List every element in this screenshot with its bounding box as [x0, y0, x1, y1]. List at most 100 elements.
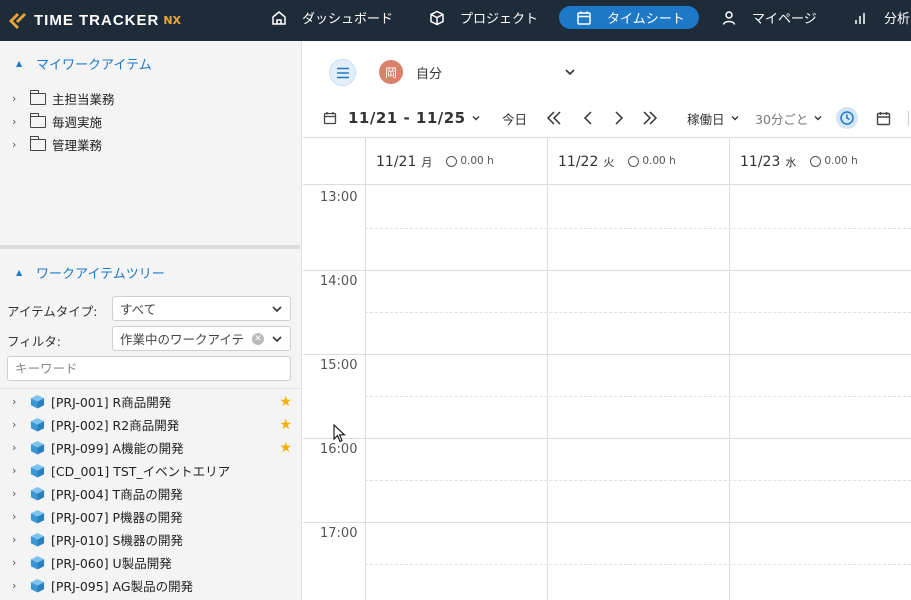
- workitem-row[interactable]: › [PRJ-001] R商品開発 ★: [0, 390, 300, 413]
- folder-icon: [30, 112, 46, 128]
- prev-button[interactable]: [581, 108, 595, 128]
- day-header[interactable]: 11/21 月 0.00 h: [376, 154, 494, 170]
- today-button[interactable]: 今日: [502, 108, 527, 128]
- chevron-right-icon[interactable]: ›: [12, 579, 22, 592]
- calendar-icon: [876, 111, 891, 125]
- day-weekday: 月: [421, 156, 433, 169]
- chevron-right-icon[interactable]: ›: [12, 138, 22, 151]
- workitem-label: [PRJ-099] A機能の開発: [51, 441, 184, 456]
- my-workitems-title: マイワークアイテム: [36, 57, 152, 73]
- last-page-button[interactable]: [642, 108, 658, 128]
- workitem-row[interactable]: › [PRJ-004] T商品の開発: [0, 482, 300, 505]
- day-hours: 0.00 h: [628, 155, 676, 167]
- keyword-input[interactable]: [7, 356, 291, 381]
- user-icon: [720, 9, 738, 27]
- hour-line: [365, 438, 911, 439]
- item-type-select[interactable]: すべて: [112, 296, 291, 321]
- chevron-down-icon[interactable]: [563, 65, 577, 79]
- logo-mark-icon: [9, 13, 26, 29]
- workday-dropdown[interactable]: 稼働日: [687, 108, 741, 128]
- nav-mypage[interactable]: マイページ: [720, 6, 817, 29]
- nav-analytics[interactable]: 分析: [852, 6, 910, 29]
- column-divider: [729, 138, 730, 600]
- star-icon[interactable]: ★: [279, 394, 292, 410]
- star-icon[interactable]: ★: [279, 417, 292, 433]
- chevron-right-icon: [615, 111, 624, 125]
- chevron-right-icon[interactable]: ›: [12, 395, 22, 408]
- chevron-down-icon: [814, 116, 822, 121]
- user-select-value[interactable]: 自分: [416, 63, 442, 82]
- time-label: 14:00: [320, 274, 358, 289]
- time-label: 17:00: [320, 526, 358, 541]
- column-divider: [547, 138, 548, 600]
- project-cube-icon: [30, 555, 45, 570]
- nav-project[interactable]: プロジェクト: [428, 6, 538, 29]
- workitem-row[interactable]: › [PRJ-010] S機器の開発: [0, 528, 300, 551]
- workitem-row[interactable]: › [CD_001] TST_イベントエリア: [0, 459, 300, 482]
- half-hour-line: [365, 564, 911, 565]
- chevron-right-icon[interactable]: ›: [12, 115, 22, 128]
- clear-icon[interactable]: ✕: [252, 333, 264, 345]
- project-cube-icon: [30, 463, 45, 478]
- avatar: 岡: [379, 60, 403, 84]
- chevron-right-icon[interactable]: ›: [12, 464, 22, 477]
- calendar-view-button[interactable]: [876, 108, 891, 128]
- workitem-row[interactable]: › [PRJ-060] U製品開発: [0, 551, 300, 574]
- nav-mypage-label: マイページ: [752, 12, 817, 27]
- my-workitem-row[interactable]: › 管理業務: [0, 133, 300, 156]
- workitem-row[interactable]: › [PRJ-099] A機能の開発 ★: [0, 436, 300, 459]
- day-header[interactable]: 11/22 火 0.00 h: [558, 154, 676, 170]
- workday-label: 稼働日: [687, 111, 725, 127]
- project-cube-icon: [30, 417, 45, 432]
- workitem-row[interactable]: › [PRJ-095] AG製品の開発: [0, 574, 300, 597]
- chevron-right-icon[interactable]: ›: [12, 418, 22, 431]
- workitem-row[interactable]: › [PRJ-007] P機器の開発: [0, 505, 300, 528]
- filter-value: 作業中のワークアイテ: [120, 332, 245, 347]
- app-logo[interactable]: TIME TRACKER NX: [6, 6, 181, 34]
- chevron-right-icon[interactable]: ›: [12, 533, 22, 546]
- my-workitem-row[interactable]: › 毎週実施: [0, 110, 300, 133]
- interval-dropdown[interactable]: 30分ごと: [755, 108, 824, 128]
- chevron-down-icon: [731, 116, 739, 121]
- clock-icon: [628, 156, 640, 167]
- mouse-cursor-icon: [333, 424, 346, 443]
- date-range-picker[interactable]: 11/21 - 11/25: [323, 108, 482, 128]
- workitem-label: [PRJ-002] R2商品開発: [51, 418, 180, 433]
- workitem-row[interactable]: › [PRJ-002] R2商品開発 ★: [0, 413, 300, 436]
- day-hours-value: 0.00 h: [460, 154, 494, 167]
- day-hours-value: 0.00 h: [824, 154, 858, 167]
- time-view-button[interactable]: [836, 107, 858, 129]
- chevron-right-icon[interactable]: ›: [12, 556, 22, 569]
- chevron-right-icon[interactable]: ›: [12, 487, 22, 500]
- day-hours: 0.00 h: [446, 154, 494, 167]
- workitem-tree-title: ワークアイテムツリー: [36, 266, 165, 282]
- date-range-label: 11/21 - 11/25: [348, 109, 466, 127]
- bar-chart-icon: [852, 9, 870, 27]
- first-page-button[interactable]: [546, 108, 562, 128]
- chevron-down-icon: [272, 336, 282, 343]
- chevron-down-icon: [272, 306, 282, 313]
- chevron-right-icon[interactable]: ›: [12, 441, 22, 454]
- workitem-label: [PRJ-010] S機器の開発: [51, 533, 183, 548]
- next-button[interactable]: [612, 108, 626, 128]
- clock-icon: [446, 156, 458, 167]
- workitem-label: [PRJ-004] T商品の開発: [51, 487, 183, 502]
- menu-toggle-button[interactable]: [329, 59, 356, 86]
- chevron-right-icon[interactable]: ›: [12, 92, 22, 105]
- toolbar-separator: [908, 111, 909, 126]
- workitem-label: [PRJ-001] R商品開発: [51, 395, 172, 410]
- my-workitem-row[interactable]: › 主担当業務: [0, 87, 300, 110]
- day-header[interactable]: 11/23 水 0.00 h: [740, 154, 858, 170]
- my-workitems-header[interactable]: ▲ マイワークアイテム: [0, 51, 300, 75]
- nav-timesheet[interactable]: タイムシート: [559, 6, 699, 29]
- filter-select[interactable]: 作業中のワークアイテ ✕: [112, 326, 291, 351]
- project-cube-icon: [30, 440, 45, 455]
- workitem-tree-header[interactable]: ▲ ワークアイテムツリー: [0, 260, 300, 284]
- my-workitem-label: 管理業務: [52, 138, 103, 153]
- nav-dashboard[interactable]: ダッシュボード: [270, 6, 393, 29]
- star-icon[interactable]: ★: [279, 440, 292, 456]
- chevron-right-icon[interactable]: ›: [12, 510, 22, 523]
- day-weekday: 火: [603, 156, 615, 169]
- folder-icon: [30, 89, 46, 105]
- panel-splitter[interactable]: [0, 245, 300, 249]
